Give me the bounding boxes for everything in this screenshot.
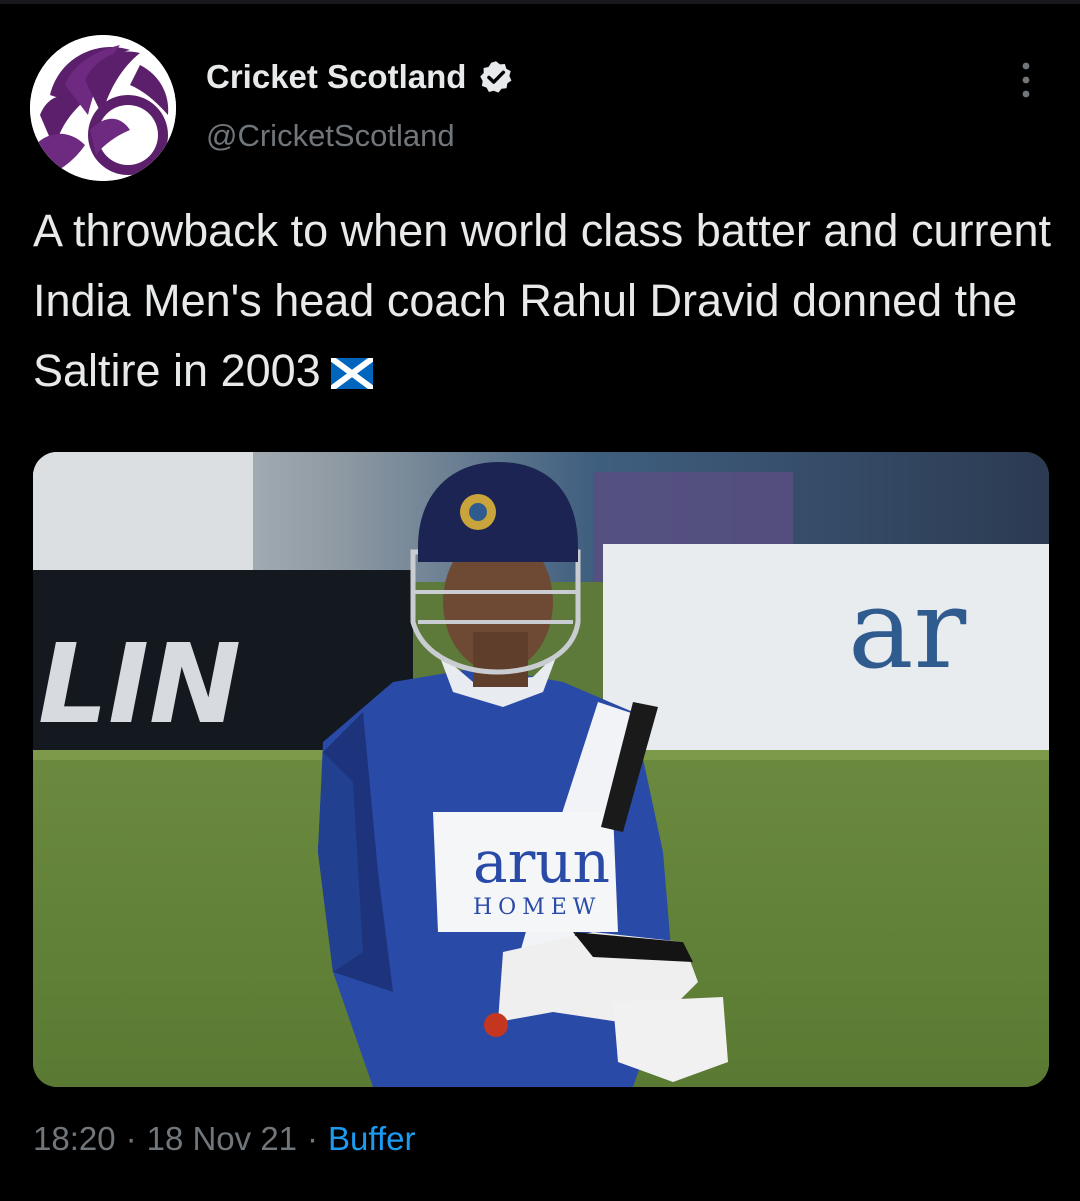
display-name[interactable]: Cricket Scotland [206,58,514,96]
divider [0,0,1080,4]
handle[interactable]: @CricketScotland [206,118,455,154]
source-link[interactable]: Buffer [328,1120,415,1157]
display-name-text: Cricket Scotland [206,58,467,95]
tweet-photo[interactable]: LIN ar arun HOMEW [33,452,1049,1087]
board-right-text: ar [848,565,967,693]
tweet-text: A throwback to when world class batter a… [33,196,1053,406]
shirt-sponsor-text: arun [473,828,610,896]
avatar[interactable] [30,35,176,181]
separator: · [307,1120,319,1157]
verified-badge-icon [478,59,514,95]
tweet-date[interactable]: 18 Nov 21 [147,1120,297,1157]
board-left-text: LIN [38,620,241,748]
cricket-scotland-logo-icon [30,35,176,181]
shirt-sponsor-sub-text: HOMEW [473,895,601,920]
separator: · [125,1120,137,1157]
tweet: Cricket Scotland @CricketScotland A thro… [0,0,1080,1201]
scotland-flag-icon [328,339,375,392]
photo-image: LIN ar arun HOMEW [33,452,1049,1087]
tweet-body: A throwback to when world class batter a… [33,205,1052,396]
more-vertical-icon [1022,62,1030,98]
tweet-time[interactable]: 18:20 [33,1120,116,1157]
tweet-meta: 18:20 · 18 Nov 21 · Buffer [33,1120,415,1158]
more-options-button[interactable] [1006,58,1046,102]
